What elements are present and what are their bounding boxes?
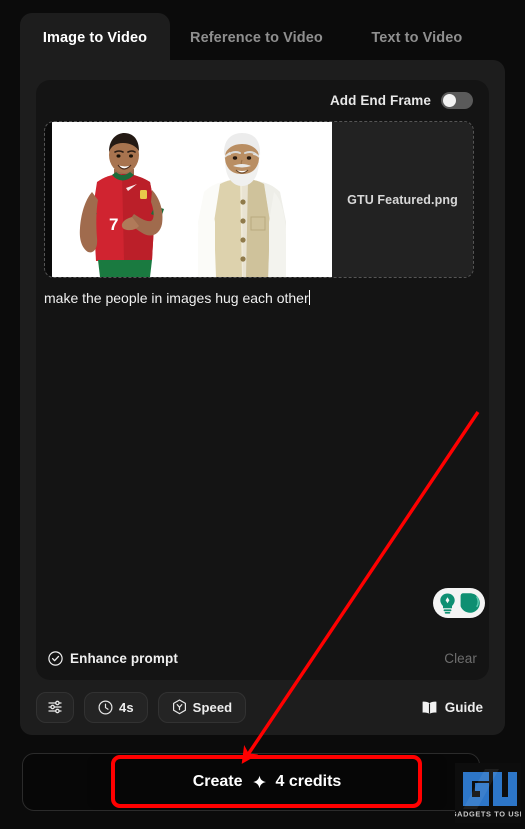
tab-label: Reference to Video bbox=[190, 29, 323, 46]
advanced-settings-button[interactable] bbox=[36, 691, 74, 723]
toggle-knob bbox=[443, 94, 456, 107]
tab-text-to-video[interactable]: Text to Video bbox=[343, 13, 491, 62]
create-label: Create bbox=[192, 773, 243, 790]
watermark-caption: GADGETS TO USE bbox=[455, 809, 521, 818]
sliders-icon bbox=[48, 700, 62, 714]
enhance-clear-row: Enhance prompt Clear bbox=[48, 651, 477, 666]
composer: Add End Frame 7 GTU Featured.png make th… bbox=[36, 80, 489, 680]
enhance-prompt-button[interactable]: Enhance prompt bbox=[48, 651, 178, 666]
tab-reference-to-video[interactable]: Reference to Video bbox=[170, 13, 343, 62]
tab-label: Image to Video bbox=[42, 29, 148, 46]
photo-people-illustration: 7 bbox=[52, 122, 332, 277]
svg-text:7: 7 bbox=[109, 215, 118, 234]
prompt-suggest-pill[interactable] bbox=[433, 588, 485, 618]
settings-toolbar: 4s Speed Guide bbox=[36, 691, 489, 723]
prompt-text: make the people in images hug each other bbox=[44, 290, 309, 306]
guide-label: Guide bbox=[444, 699, 483, 715]
sparkle-icon bbox=[252, 775, 266, 788]
book-icon bbox=[422, 701, 437, 714]
generator-panel: Add End Frame 7 GTU Featured.png make th… bbox=[20, 60, 505, 735]
add-end-frame-row: Add End Frame bbox=[330, 92, 473, 109]
uploaded-image-thumbnail[interactable]: 7 bbox=[45, 122, 332, 277]
tab-label: Text to Video bbox=[371, 29, 463, 46]
tab-image-to-video[interactable]: Image to Video bbox=[20, 13, 170, 62]
guide-button[interactable]: Guide bbox=[415, 699, 489, 716]
image-upload-zone[interactable]: 7 GTU Featured.png bbox=[44, 121, 474, 278]
app-root: Image to Video Reference to Video Text t… bbox=[0, 0, 525, 829]
add-end-frame-toggle[interactable] bbox=[441, 92, 473, 109]
orb-icon bbox=[460, 593, 480, 613]
uploaded-image-preview: 7 bbox=[52, 122, 332, 277]
duration-label: 4s bbox=[119, 699, 134, 715]
clock-icon bbox=[98, 699, 113, 715]
speed-label: Speed bbox=[192, 699, 233, 715]
create-credits: 4 credits bbox=[275, 773, 342, 790]
gadgets-to-use-logo: GADGETS TO USE bbox=[451, 763, 525, 823]
enhance-prompt-label: Enhance prompt bbox=[70, 651, 178, 666]
lightbulb-icon bbox=[440, 593, 455, 614]
speed-button[interactable]: Speed bbox=[157, 691, 247, 723]
create-button[interactable]: Create 4 credits bbox=[87, 754, 447, 810]
uploaded-file-info: GTU Featured.png bbox=[332, 122, 473, 277]
check-circle-icon bbox=[48, 651, 63, 666]
watermark-logo: GADGETS TO USE bbox=[451, 763, 525, 823]
uploaded-filename: GTU Featured.png bbox=[347, 192, 458, 207]
prompt-input[interactable]: make the people in images hug each other bbox=[44, 288, 481, 600]
clear-button[interactable]: Clear bbox=[444, 651, 477, 666]
hexagon-icon bbox=[172, 699, 186, 715]
mode-tabs: Image to Video Reference to Video Text t… bbox=[20, 13, 520, 62]
add-end-frame-label: Add End Frame bbox=[329, 93, 431, 108]
duration-button[interactable]: 4s bbox=[84, 691, 148, 723]
